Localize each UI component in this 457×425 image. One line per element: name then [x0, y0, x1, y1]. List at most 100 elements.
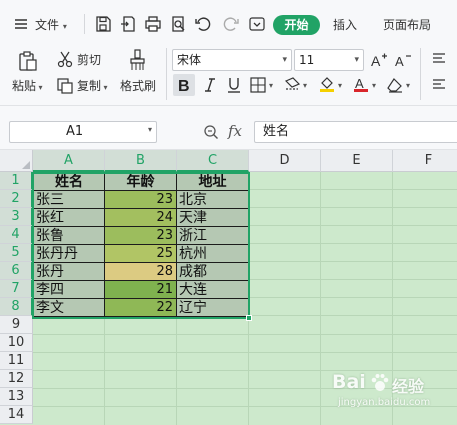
formula-input[interactable]: 姓名: [254, 121, 457, 143]
print-preview-icon[interactable]: [169, 15, 187, 33]
cell-b1[interactable]: 年龄: [105, 173, 177, 191]
svg-text:B: B: [178, 78, 190, 95]
align-top-icon[interactable]: [430, 51, 448, 69]
hamburger-menu-icon[interactable]: [12, 15, 30, 33]
row-header[interactable]: 8: [0, 298, 33, 316]
column-header-a[interactable]: A: [33, 150, 105, 172]
gridline: [249, 189, 457, 190]
cell-a1[interactable]: 姓名: [34, 173, 105, 191]
table-cell-age[interactable]: 28: [105, 263, 177, 281]
cell-text: 成都: [179, 264, 207, 280]
tab-start[interactable]: 开始: [273, 15, 320, 35]
empty-cells-region[interactable]: [249, 172, 457, 318]
paste-icon[interactable]: [17, 50, 39, 72]
row-header[interactable]: 9: [0, 316, 33, 334]
table-cell-name[interactable]: 张鲁: [34, 227, 105, 245]
watermark: Bai 经验 jingyan.baidu.com: [332, 371, 452, 421]
table-cell-age[interactable]: 25: [105, 245, 177, 263]
row-header[interactable]: 13: [0, 388, 33, 406]
format-painter-button[interactable]: 格式刷: [120, 78, 156, 94]
export-pdf-icon[interactable]: [119, 15, 137, 33]
row-header[interactable]: 4: [0, 226, 33, 244]
table-cell-address[interactable]: 杭州: [177, 245, 249, 263]
table-cell-address[interactable]: 辽宁: [177, 299, 249, 317]
copy-icon: [56, 77, 74, 95]
redo-icon[interactable]: [222, 15, 240, 33]
row-header[interactable]: 3: [0, 208, 33, 226]
row-header[interactable]: 10: [0, 334, 33, 352]
font-name-select[interactable]: 宋体 ▾: [172, 49, 292, 71]
row-header[interactable]: 6: [0, 262, 33, 280]
increase-font-size-icon[interactable]: A: [370, 51, 388, 69]
table-cell-age[interactable]: 23: [105, 191, 177, 209]
row-header-label: 11: [7, 353, 25, 368]
table-cell-age[interactable]: 23: [105, 227, 177, 245]
row-header[interactable]: 1: [0, 172, 33, 190]
select-all-corner[interactable]: [0, 150, 33, 172]
table-cell-name[interactable]: 张丹: [34, 263, 105, 281]
paste-button[interactable]: 粘贴 ▾: [12, 78, 43, 96]
table-cell-age[interactable]: 21: [105, 281, 177, 299]
eraser-icon[interactable]: [386, 76, 404, 94]
table-cell-address[interactable]: 成都: [177, 263, 249, 281]
table-cell-age[interactable]: 24: [105, 209, 177, 227]
copy-button[interactable]: 复制 ▾: [77, 78, 108, 96]
align-left-icon[interactable]: [430, 76, 448, 94]
fill-color-icon[interactable]: [318, 75, 336, 93]
column-header-e[interactable]: E: [321, 150, 393, 172]
chevron-down-icon: ▾: [147, 125, 152, 134]
font-color-icon[interactable]: A: [352, 75, 370, 93]
undo-icon[interactable]: [194, 15, 212, 33]
table-cell-age[interactable]: 22: [105, 299, 177, 317]
chevron-down-icon[interactable]: ▾: [372, 81, 376, 90]
quick-access-more-icon[interactable]: [248, 15, 266, 33]
cut-button[interactable]: 剪切: [77, 52, 101, 68]
zoom-search-icon[interactable]: [202, 123, 220, 141]
name-box[interactable]: A1 ▾: [9, 121, 157, 143]
decrease-font-size-icon[interactable]: A: [394, 51, 412, 69]
chevron-down-icon: ▾: [282, 55, 287, 65]
chevron-down-icon[interactable]: ▾: [338, 81, 342, 90]
tab-insert[interactable]: 插入: [333, 17, 357, 33]
cell-style-icon[interactable]: [283, 76, 301, 94]
table-cell-address[interactable]: 大连: [177, 281, 249, 299]
row-header[interactable]: 5: [0, 244, 33, 262]
chevron-down-icon[interactable]: ▾: [269, 81, 273, 90]
chevron-down-icon[interactable]: ▾: [303, 81, 307, 90]
cell-text: 张三: [36, 192, 64, 208]
column-header-c[interactable]: C: [177, 150, 249, 172]
table-cell-name[interactable]: 李四: [34, 281, 105, 299]
chevron-down-icon[interactable]: ▾: [406, 81, 410, 90]
bold-button[interactable]: B: [173, 74, 195, 96]
table-cell-name[interactable]: 李文: [34, 299, 105, 317]
table-cell-name[interactable]: 张丹丹: [34, 245, 105, 263]
fill-handle[interactable]: [246, 315, 252, 321]
table-cell-address[interactable]: 浙江: [177, 227, 249, 245]
row-header[interactable]: 11: [0, 352, 33, 370]
font-size-select[interactable]: 11 ▾: [294, 49, 364, 71]
row-header[interactable]: 12: [0, 370, 33, 388]
insert-function-button[interactable]: fx: [228, 122, 242, 140]
italic-icon[interactable]: [201, 76, 219, 94]
table-cell-address[interactable]: 北京: [177, 191, 249, 209]
paste-label: 粘贴: [12, 79, 37, 93]
row-header[interactable]: 7: [0, 280, 33, 298]
tab-page-layout[interactable]: 页面布局: [383, 17, 431, 33]
save-icon[interactable]: [94, 15, 112, 33]
row-header[interactable]: 14: [0, 406, 33, 424]
border-icon[interactable]: [249, 76, 267, 94]
cell-text: 北京: [179, 192, 207, 208]
table-cell-name[interactable]: 张红: [34, 209, 105, 227]
column-header-d[interactable]: D: [249, 150, 321, 172]
row-header[interactable]: 2: [0, 190, 33, 208]
cell-c1[interactable]: 地址: [177, 173, 249, 191]
file-menu[interactable]: 文件 ▾: [35, 17, 67, 35]
table-cell-address[interactable]: 天津: [177, 209, 249, 227]
column-header-label: B: [136, 153, 145, 168]
underline-icon[interactable]: [225, 76, 243, 94]
svg-text:A: A: [371, 53, 381, 69]
column-header-b[interactable]: B: [105, 150, 177, 172]
print-icon[interactable]: [144, 15, 162, 33]
table-cell-name[interactable]: 张三: [34, 191, 105, 209]
column-header-f[interactable]: F: [393, 150, 457, 172]
